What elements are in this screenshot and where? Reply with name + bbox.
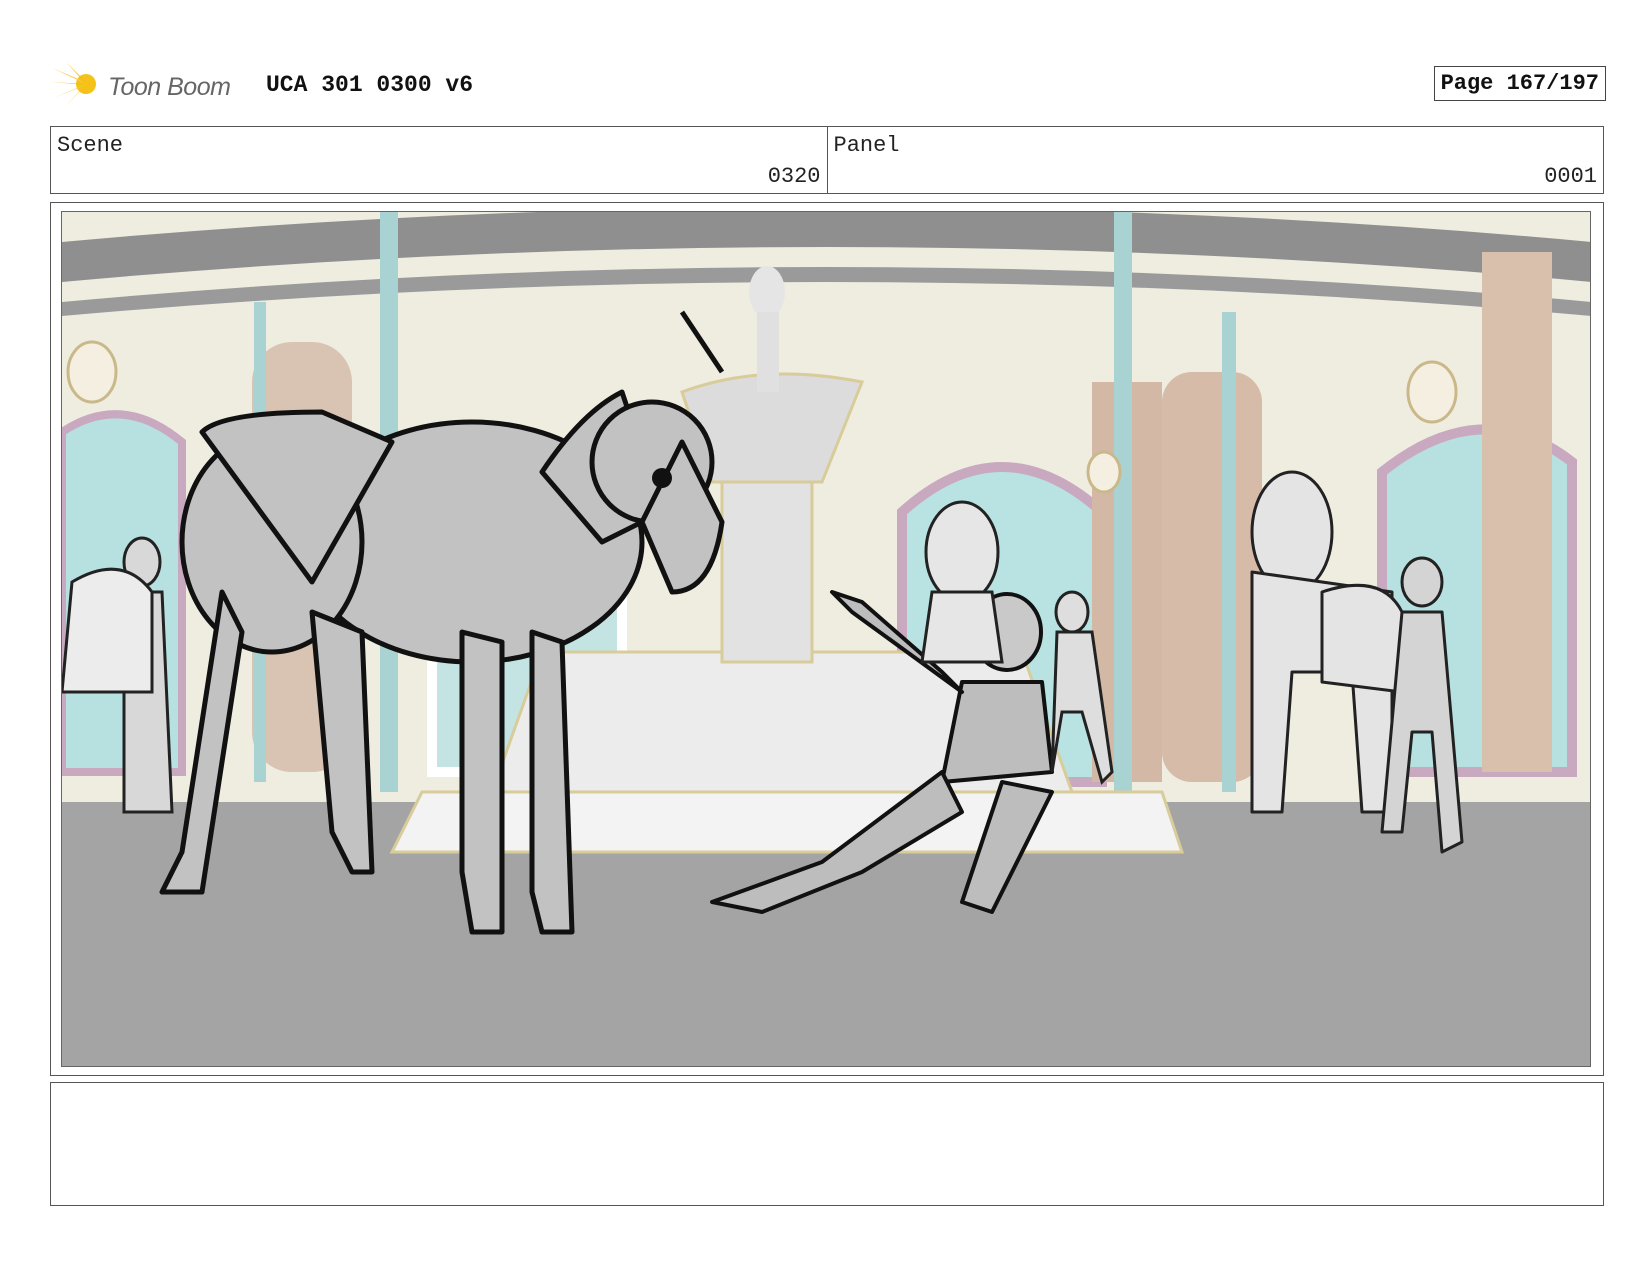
scene-cell: Scene 0320 <box>51 127 827 193</box>
scene-number: 0320 <box>767 164 821 189</box>
page-number: Page 167/197 <box>1433 66 1606 101</box>
toon-boom-logo: Toon Boom <box>50 62 250 110</box>
panel-cell: Panel 0001 <box>826 127 1604 193</box>
logo-burst-icon <box>50 62 96 108</box>
document-title: UCA 301 0300 v6 <box>266 72 474 98</box>
panel-number: 0001 <box>1544 164 1597 189</box>
scene-panel-row: Scene 0320 Panel 0001 <box>50 126 1604 194</box>
scene-label: Scene <box>57 133 124 158</box>
page-header: Toon Boom UCA 301 0300 v6 Page 167/197 <box>50 58 1606 110</box>
storyboard-frame <box>50 202 1604 1076</box>
logo-text: Toon Boom <box>108 73 231 101</box>
storyboard-image <box>61 211 1591 1067</box>
panel-label: Panel <box>833 133 900 158</box>
storyboard-drawing <box>62 212 1590 1066</box>
notes-box <box>50 1082 1604 1206</box>
